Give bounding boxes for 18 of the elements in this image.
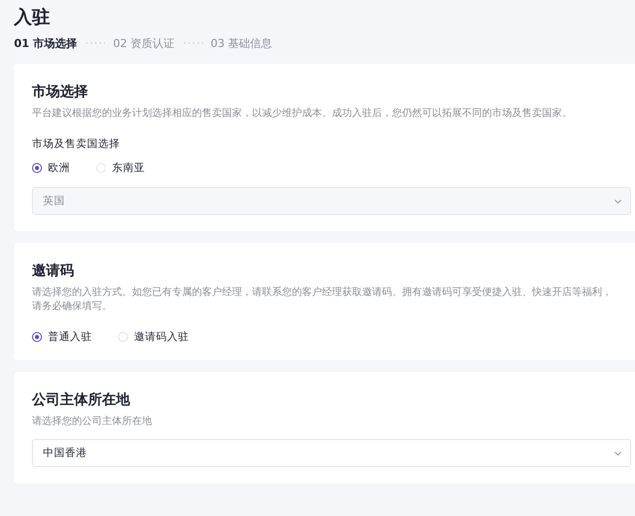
dotted-connector xyxy=(85,41,106,45)
radio-option[interactable]: 欧洲 xyxy=(32,161,70,175)
section-description: 请选择您的公司主体所在地 xyxy=(32,415,153,429)
chevron-down-icon xyxy=(614,450,622,456)
radio-option[interactable]: 邀请码入驻 xyxy=(118,330,189,344)
radio-option[interactable]: 普通入驻 xyxy=(32,330,92,344)
section-title: 邀请码 xyxy=(32,262,75,281)
select-field[interactable]: 中国香港 xyxy=(32,439,631,467)
field-label: 市场及售卖国选择 xyxy=(32,137,121,151)
section-description: 请选择您的入驻方式。如您已有专属的客户经理，请联系您的客户经理获取邀请码。拥有邀请码可享受便捷入驻、快速开店等福利，请务必确保填写。 xyxy=(32,286,613,314)
section-title: 公司主体所在地 xyxy=(32,390,131,410)
step-tab[interactable]: 01 市场选择 xyxy=(14,36,78,50)
page-title: 入驻 xyxy=(14,6,51,30)
section-title: 市场选择 xyxy=(32,82,89,102)
section-description: 平台建议根据您的业务计划选择相应的售卖国家，以减少维护成本。成功入驻后，您仍然可以拓展不同的市场及售卖国家。 xyxy=(32,107,573,121)
chevron-down-icon xyxy=(614,198,622,204)
radio-option[interactable]: 东南亚 xyxy=(96,161,145,175)
dotted-connector xyxy=(182,41,203,45)
